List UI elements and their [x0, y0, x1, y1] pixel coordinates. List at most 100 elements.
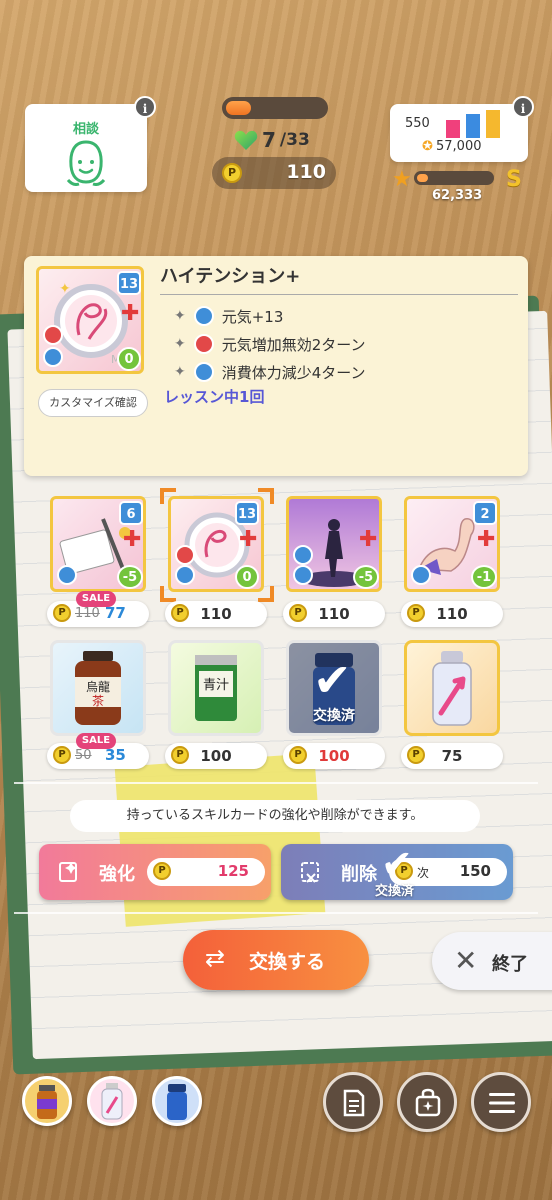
vitality-icon — [175, 545, 195, 565]
plus-icon: ✚ — [123, 527, 142, 552]
stat-bars — [446, 110, 506, 138]
card-modifier-badge: -1 — [471, 565, 497, 589]
hamburger-menu-icon — [489, 1093, 515, 1113]
item-bag-button[interactable] — [397, 1072, 457, 1132]
oolong-tea-bottle-icon: 烏龍 茶 — [75, 651, 121, 725]
stat-value-a: 550 — [405, 116, 430, 131]
delete-price-value: 150 — [459, 862, 491, 880]
p-coin-icon: P — [153, 862, 171, 880]
card-cost-badge: 13 — [235, 501, 259, 525]
drink-slot-2[interactable] — [87, 1076, 137, 1126]
close-icon: ✕ — [454, 944, 478, 977]
tea-label-text: 烏龍 — [86, 679, 110, 694]
buff-icon — [43, 347, 63, 367]
item-pink-bottle[interactable] — [404, 640, 500, 736]
title-divider — [160, 294, 518, 295]
sparkle-icon: ✦ — [174, 364, 186, 380]
effect-row: ✦ 元気+13 — [174, 302, 366, 330]
enhance-card-icon — [59, 862, 77, 882]
rank-letter: S — [506, 167, 522, 192]
checkmark-icon: ✔ — [313, 653, 352, 707]
price-value: 100 — [200, 747, 232, 765]
skill-card-3[interactable]: ✚ -5 — [286, 496, 382, 592]
pink-drink-icon — [101, 1083, 123, 1120]
card-cost-badge: 13 — [117, 271, 141, 295]
item-oolong-tea[interactable]: 烏龍 茶 — [50, 640, 146, 736]
exchange-button[interactable]: ⇄ 交換する — [183, 930, 369, 990]
exchange-label: 交換する — [249, 951, 326, 973]
item-aojiru[interactable]: 青汁 — [168, 640, 264, 736]
effect-text: 消費体力減少4ターン — [221, 363, 366, 382]
drink-slot-1[interactable] — [22, 1076, 72, 1126]
p-points-value: 110 — [286, 161, 326, 183]
next-label: 次 — [417, 866, 430, 880]
enhance-price: P 125 — [147, 858, 265, 886]
sticky-note — [114, 753, 326, 927]
item-blue-bottle[interactable]: ✔ 交換済 — [286, 640, 382, 736]
selection-corner — [160, 586, 176, 602]
effect-icon — [193, 362, 214, 382]
price-value: 75 — [441, 747, 463, 765]
section-divider — [14, 782, 538, 784]
buff-icon — [411, 565, 431, 585]
card-price-4: P 110 — [401, 601, 503, 627]
rank-points: 62,333 — [432, 188, 483, 203]
card-cost-badge: 6 — [119, 501, 143, 525]
enhance-button[interactable]: 強化 P 125 — [39, 844, 271, 900]
plus-icon: ✚ — [359, 527, 378, 552]
card-title: ハイテンション+ — [160, 266, 301, 287]
skill-card-2[interactable]: 13 ✚ 0 — [168, 496, 264, 592]
consult-info-icon[interactable]: i — [134, 96, 156, 118]
drink-slot-3[interactable] — [152, 1076, 202, 1126]
hp-bar — [222, 97, 328, 119]
skill-card-1[interactable]: 6 ✚ -5 — [50, 496, 146, 592]
buff-icon — [293, 565, 313, 585]
item-price-3: P 100 — [283, 743, 385, 769]
orange-drink-icon — [37, 1085, 57, 1119]
memo-button[interactable] — [323, 1072, 383, 1132]
document-icon — [343, 1089, 365, 1117]
rank-bar — [414, 171, 494, 185]
delete-label: 削除 — [341, 864, 377, 885]
p-points-display: P 110 — [212, 157, 336, 189]
card-modifier-badge: -5 — [353, 565, 379, 589]
menu-button[interactable] — [471, 1072, 531, 1132]
svg-text:茶: 茶 — [92, 693, 104, 708]
selection-corner — [258, 586, 274, 602]
sale-badge: SALE — [76, 591, 116, 607]
old-price: 50 — [75, 748, 92, 763]
card-price-2: P 110 — [165, 601, 267, 627]
svg-text:青汁: 青汁 — [203, 678, 229, 693]
skill-card-4[interactable]: 2 ✚ -1 — [404, 496, 500, 592]
stat-value-b: 57,000 — [436, 139, 482, 154]
aojiru-can-icon: 青汁 — [195, 655, 237, 721]
customize-confirm-button[interactable]: カスタマイズ確認 — [38, 389, 148, 417]
lesson-note: レッスン中1回 — [164, 388, 265, 406]
card-modifier-badge: 0 — [235, 565, 259, 589]
bag-icon — [415, 1088, 441, 1117]
rank-star-icon: ★ — [392, 167, 412, 192]
item-price-4: P 75 — [401, 743, 503, 769]
delete-card-icon — [301, 862, 319, 883]
plus-icon: ✚ — [239, 527, 258, 552]
delete-button[interactable]: 削除 P 次 150 ✔ 交換済 — [281, 842, 513, 900]
price-value: 110 — [318, 605, 350, 623]
stats-card[interactable]: 550 ✪ 57,000 — [390, 104, 528, 162]
selection-corner — [258, 488, 274, 504]
stat-bar-blue — [466, 114, 480, 138]
end-label: 終了 — [492, 954, 528, 975]
effect-row: ✦ 元気増加無効2ターン — [174, 330, 366, 358]
old-price: 110 — [75, 606, 100, 621]
p-coin-icon: P — [222, 163, 242, 183]
end-button[interactable]: ✕ 終了 — [432, 932, 552, 990]
stat-bar-pink — [446, 120, 460, 138]
stats-info-icon[interactable]: i — [512, 96, 534, 118]
rank-display: ★ S 62,333 — [392, 167, 532, 207]
svg-text:✦: ✦ — [59, 281, 71, 297]
effects-list: ✦ 元気+13 ✦ 元気増加無効2ターン ✦ 消費体力減少4ターン — [174, 302, 366, 386]
effect-text: 元気増加無効2ターン — [221, 335, 366, 354]
vitality-icon — [43, 325, 63, 345]
selection-corner — [160, 488, 176, 504]
effect-icon — [193, 306, 214, 326]
consult-button[interactable]: 相談 — [25, 104, 147, 192]
